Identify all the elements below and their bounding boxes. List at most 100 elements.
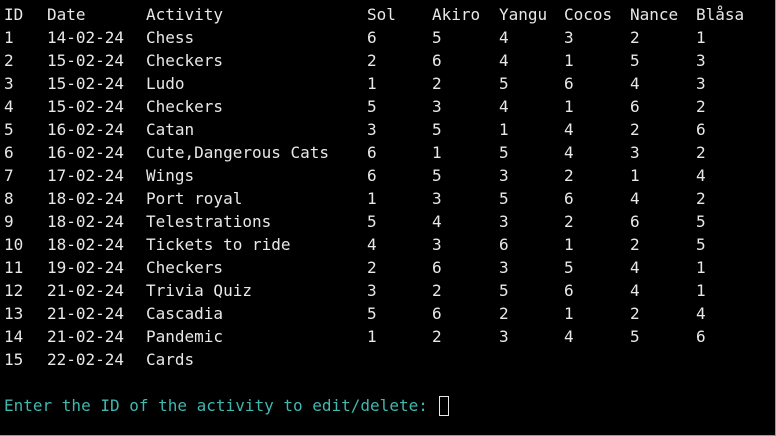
- row-score: 6: [564, 74, 574, 93]
- row-score: 5: [499, 189, 509, 208]
- row-score: 1: [367, 74, 377, 93]
- header-id: ID: [4, 5, 24, 24]
- row-score: 3: [499, 258, 509, 277]
- row-score: 3: [432, 189, 442, 208]
- row-score: 5: [630, 327, 640, 346]
- row-score: 4: [630, 281, 640, 300]
- row-id: 10: [4, 235, 24, 254]
- prompt-label: Enter the ID of the activity to edit/del…: [4, 396, 438, 415]
- row-score: 4: [696, 304, 706, 323]
- row-score: 6: [630, 97, 640, 116]
- header-player-akiro: Akiro: [432, 5, 481, 24]
- row-score: 6: [432, 304, 442, 323]
- row-activity: Trivia Quiz: [146, 281, 252, 300]
- row-date: 14-02-24: [47, 28, 125, 47]
- row-score: 2: [630, 120, 640, 139]
- text-cursor[interactable]: [439, 395, 450, 416]
- row-score: 2: [367, 258, 377, 277]
- row-score: 6: [696, 120, 706, 139]
- row-score: 1: [432, 143, 442, 162]
- row-date: 15-02-24: [47, 74, 125, 93]
- row-score: 2: [696, 97, 706, 116]
- row-id: 13: [4, 304, 24, 323]
- row-id: 8: [4, 189, 14, 208]
- row-score: 3: [432, 97, 442, 116]
- header-player-cocos: Cocos: [564, 5, 613, 24]
- row-date: 18-02-24: [47, 189, 125, 208]
- row-score: 2: [432, 74, 442, 93]
- row-score: 5: [564, 258, 574, 277]
- row-score: 4: [499, 51, 509, 70]
- header-player-nance: Nance: [630, 5, 679, 24]
- table-row: 11 19-02-24 Checkers 2 6 3 5 4 1: [4, 256, 706, 279]
- table-body: 1 14-02-24 Chess 6 5 4 3 2 1 2 15-02-24 Checkers 2 6 4…: [4, 26, 706, 371]
- row-activity: Tickets to ride: [146, 235, 291, 254]
- table-row: 10 18-02-24 Tickets to ride 4 3 6 1 2 5: [4, 233, 706, 256]
- row-score: 6: [499, 235, 509, 254]
- row-score: 5: [499, 281, 509, 300]
- table-row: 4 15-02-24 Checkers 5 3 4 1 6 2: [4, 95, 706, 118]
- row-score: 3: [630, 143, 640, 162]
- row-date: 21-02-24: [47, 327, 125, 346]
- row-id: 9: [4, 212, 14, 231]
- row-score: 5: [432, 166, 442, 185]
- table-row: 9 18-02-24 Telestrations 5 4 3 2 6 5: [4, 210, 706, 233]
- table-row: 14 21-02-24 Pandemic 1 2 3 4 5 6: [4, 325, 706, 348]
- row-score: 4: [432, 212, 442, 231]
- row-activity: Cascadia: [146, 304, 224, 323]
- terminal-window[interactable]: ID Date Activity Sol Akiro Yangu Cocos N…: [0, 0, 776, 436]
- table-row: 5 16-02-24 Catan 3 5 1 4 2 6: [4, 118, 706, 141]
- row-score: 1: [499, 120, 509, 139]
- row-activity: Checkers: [146, 51, 224, 70]
- input-prompt-line: Enter the ID of the activity to edit/del…: [4, 394, 450, 417]
- row-activity: Telestrations: [146, 212, 272, 231]
- row-score: 2: [630, 304, 640, 323]
- table-row: 6 16-02-24 Cute,Dangerous Cats 6 1 5 4 3 2: [4, 141, 706, 164]
- row-score: 2: [367, 51, 377, 70]
- header-player-blasa: Blåsa: [696, 5, 745, 24]
- table-row: 13 21-02-24 Cascadia 5 6 2 1 2 4: [4, 302, 706, 325]
- row-score: 4: [499, 97, 509, 116]
- row-score: 4: [564, 120, 574, 139]
- row-score: 6: [367, 28, 377, 47]
- table-header: ID Date Activity Sol Akiro Yangu Cocos N…: [4, 3, 744, 26]
- row-score: 3: [432, 235, 442, 254]
- row-score: 6: [432, 258, 442, 277]
- row-activity: Cute,Dangerous Cats: [146, 143, 330, 162]
- row-date: 22-02-24: [47, 350, 125, 369]
- row-score: 6: [630, 212, 640, 231]
- row-score: 5: [432, 28, 442, 47]
- row-score: 3: [564, 28, 574, 47]
- table-row: 7 17-02-24 Wings 6 5 3 2 1 4: [4, 164, 706, 187]
- row-score: 4: [564, 327, 574, 346]
- row-date: 17-02-24: [47, 166, 125, 185]
- row-score: 3: [499, 327, 509, 346]
- row-score: 1: [696, 281, 706, 300]
- row-id: 1: [4, 28, 14, 47]
- row-id: 3: [4, 74, 14, 93]
- row-activity: Cards: [146, 350, 195, 369]
- row-activity: Ludo: [146, 74, 185, 93]
- row-date: 16-02-24: [47, 120, 125, 139]
- table-row: 8 18-02-24 Port royal 1 3 5 6 4 2: [4, 187, 706, 210]
- row-score: 6: [564, 281, 574, 300]
- row-score: 3: [499, 166, 509, 185]
- row-score: 5: [630, 51, 640, 70]
- row-score: 4: [696, 166, 706, 185]
- row-id: 5: [4, 120, 14, 139]
- header-activity: Activity: [146, 5, 224, 24]
- row-date: 18-02-24: [47, 235, 125, 254]
- row-score: 1: [630, 166, 640, 185]
- activity-table: ID Date Activity Sol Akiro Yangu Cocos N…: [4, 3, 744, 371]
- row-score: 4: [499, 28, 509, 47]
- row-score: 2: [564, 166, 574, 185]
- row-activity: Catan: [146, 120, 195, 139]
- row-score: 2: [432, 281, 442, 300]
- row-id: 11: [4, 258, 24, 277]
- row-score: 3: [696, 51, 706, 70]
- row-id: 6: [4, 143, 14, 162]
- row-id: 15: [4, 350, 24, 369]
- row-activity: Checkers: [146, 258, 224, 277]
- row-score: 2: [499, 304, 509, 323]
- row-date: 21-02-24: [47, 281, 125, 300]
